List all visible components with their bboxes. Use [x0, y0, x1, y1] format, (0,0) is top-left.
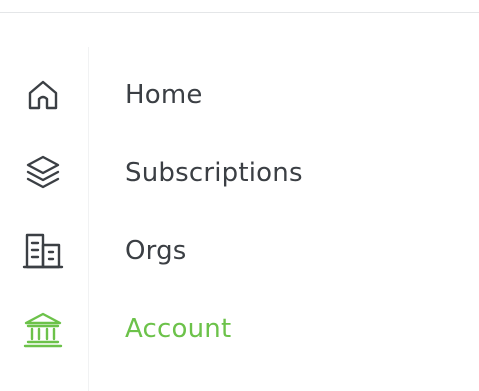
layers-icon	[22, 152, 64, 194]
sidebar-item-label: Orgs	[125, 236, 187, 266]
buildings-icon	[22, 230, 64, 272]
sidebar-item-subscriptions[interactable]: Subscriptions	[0, 134, 479, 212]
sidebar-nav: Home Subscriptions Orgs Account	[0, 56, 479, 368]
sidebar-item-label: Home	[125, 80, 203, 110]
sidebar-item-label: Account	[125, 314, 232, 344]
sidebar-item-orgs[interactable]: Orgs	[0, 212, 479, 290]
bank-icon	[22, 308, 64, 350]
home-icon	[22, 74, 64, 116]
sidebar-item-home[interactable]: Home	[0, 56, 479, 134]
sidebar-item-label: Subscriptions	[125, 158, 303, 188]
sidebar-item-account[interactable]: Account	[0, 290, 479, 368]
top-divider	[0, 12, 479, 13]
